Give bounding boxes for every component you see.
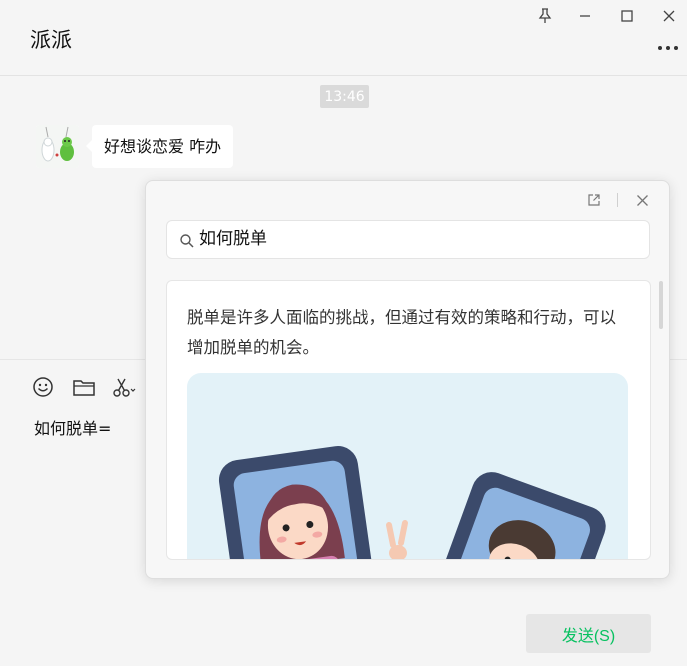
folder-icon	[73, 380, 95, 396]
search-icon	[180, 234, 194, 248]
answer-illustration	[187, 373, 628, 559]
answer-card: 脱单是许多人面临的挑战，但通过有效的策略和行动，可以增加脱单的机会。	[166, 280, 651, 560]
answer-scrollbar[interactable]	[659, 281, 663, 329]
avatar[interactable]	[36, 125, 79, 168]
open-external-icon	[588, 194, 600, 206]
search-query: 如何脱单	[199, 229, 267, 249]
title-bar: 派派	[0, 0, 687, 76]
search-popup: 如何脱单 脱单是许多人面临的挑战，但通过有效的策略和行动，可以增加脱单的机会。	[145, 180, 670, 579]
send-button[interactable]: 发送(S)	[526, 614, 651, 653]
emoji-icon	[33, 377, 53, 397]
popup-close-button[interactable]	[632, 190, 652, 210]
maximize-button[interactable]	[615, 4, 639, 28]
close-icon	[636, 194, 648, 206]
answer-text: 脱单是许多人面临的挑战，但通过有效的策略和行动，可以增加脱单的机会。	[187, 308, 616, 357]
maximize-icon	[621, 10, 633, 22]
couple-phones-illustration	[218, 446, 606, 559]
chat-title: 派派	[30, 28, 72, 52]
emoji-button[interactable]	[30, 374, 56, 400]
screenshot-button[interactable]	[111, 374, 137, 400]
pin-icon	[538, 8, 552, 23]
message-bubble[interactable]: 好想谈恋爱 咋办	[85, 125, 234, 168]
minimize-button[interactable]	[573, 4, 597, 28]
more-icon	[658, 46, 678, 50]
close-icon	[663, 10, 675, 22]
open-external-button[interactable]	[584, 190, 604, 210]
scissors-icon	[113, 378, 136, 397]
more-button[interactable]	[656, 38, 680, 58]
pin-button[interactable]	[533, 4, 557, 28]
popup-divider	[617, 193, 618, 207]
minimize-icon	[580, 15, 590, 17]
search-input[interactable]: 如何脱单	[166, 220, 650, 259]
message-input[interactable]: 如何脱单=	[34, 415, 111, 439]
avatar-image	[36, 125, 79, 168]
close-button[interactable]	[657, 4, 681, 28]
folder-button[interactable]	[71, 374, 97, 400]
time-badge: 13:46	[320, 85, 369, 108]
